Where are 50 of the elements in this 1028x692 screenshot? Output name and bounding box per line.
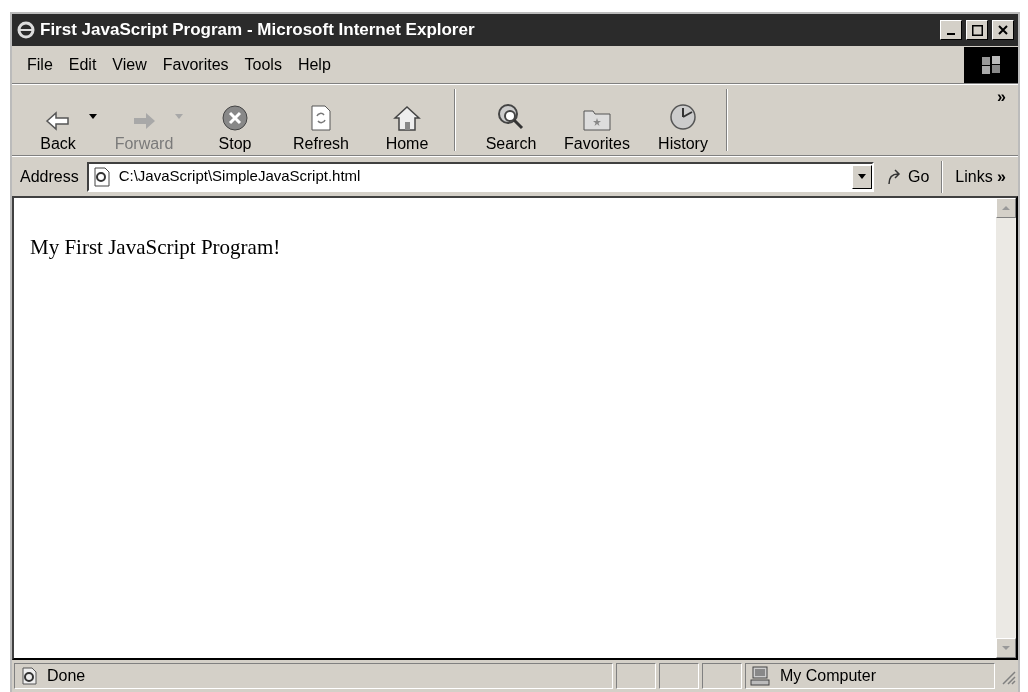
status-panel	[702, 663, 742, 689]
status-panel	[659, 663, 699, 689]
minimize-icon	[947, 33, 955, 35]
scroll-down-button[interactable]	[996, 638, 1016, 658]
minimize-button[interactable]	[940, 20, 962, 40]
clock-icon	[668, 102, 698, 132]
address-dropdown-button[interactable]	[851, 164, 872, 189]
menu-item[interactable]: Favorites	[155, 52, 236, 77]
down-arrow-icon	[1001, 645, 1011, 651]
status-panel	[616, 663, 656, 689]
back-arrow-icon	[45, 110, 71, 132]
toolbar-button[interactable]: Refresh	[278, 88, 364, 152]
maximize-button[interactable]	[966, 20, 988, 40]
magnifier-globe-icon	[496, 102, 526, 132]
links-button[interactable]: Links »	[947, 164, 1014, 189]
windows-flag-icon	[980, 53, 1002, 76]
up-arrow-icon	[1001, 205, 1011, 211]
browser-logo-icon	[16, 20, 36, 40]
menu-item[interactable]: Tools	[237, 52, 289, 77]
toolbar-overflow-chevron[interactable]: »	[728, 89, 1010, 105]
go-button[interactable]: Go	[877, 164, 938, 189]
computer-icon	[750, 666, 772, 686]
toolbar-button[interactable]: Favorites	[554, 88, 640, 152]
address-label: Address	[19, 166, 80, 187]
menu-item[interactable]: Edit	[61, 52, 104, 77]
toolbar-button[interactable]: History	[640, 88, 726, 152]
page-text: My First JavaScript Program!	[30, 235, 281, 259]
menu-item[interactable]: Help	[290, 52, 338, 77]
close-button[interactable]	[992, 20, 1014, 40]
menu-item[interactable]: File	[20, 52, 60, 77]
page-icon	[19, 666, 39, 686]
stop-icon	[221, 104, 249, 132]
caret-icon	[856, 173, 867, 180]
maximize-icon	[971, 24, 983, 36]
zone-text: My Computer	[780, 666, 877, 686]
refresh-icon	[309, 104, 333, 132]
status-text: Done	[47, 666, 86, 686]
dropdown-caret-icon[interactable]	[88, 114, 98, 120]
window-title: First JavaScript Program - Microsoft Internet Explorer	[40, 19, 476, 42]
vertical-scrollbar[interactable]	[996, 198, 1016, 658]
address-field[interactable]: C:\JavaScript\SimpleJavaScript.html	[86, 161, 874, 192]
house-icon	[392, 104, 422, 132]
forward-arrow-icon	[131, 110, 157, 132]
menu-item[interactable]: View	[105, 52, 154, 77]
close-icon	[998, 25, 1008, 35]
toolbar-button[interactable]: Home	[364, 88, 450, 152]
toolbar-button[interactable]: Search	[468, 88, 554, 152]
toolbar-button[interactable]: Stop	[192, 88, 278, 152]
toolbar-button[interactable]: Back	[20, 88, 106, 152]
scroll-up-button[interactable]	[996, 198, 1016, 218]
